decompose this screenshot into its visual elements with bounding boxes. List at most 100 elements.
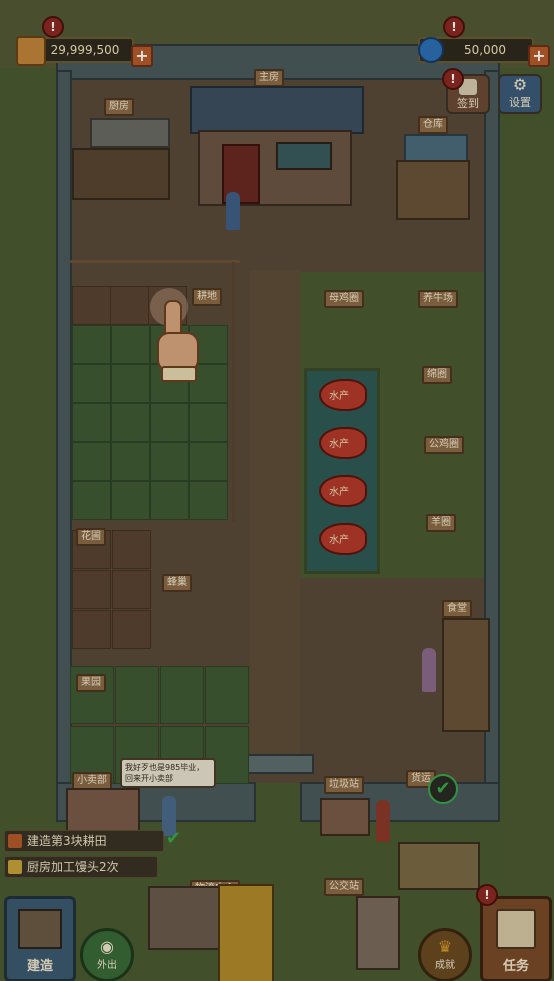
bus-station-sign[interactable]: 公交站	[324, 878, 364, 896]
bee-box-sign[interactable]: 蜂巢	[162, 574, 192, 592]
farm-plot[interactable]	[72, 403, 111, 442]
farm-plot[interactable]	[72, 364, 111, 403]
pond-label: 水产	[329, 535, 349, 546]
task-item-2-label: 厨房加工馒头2次	[27, 860, 119, 874]
field-plot-soil[interactable]	[112, 610, 151, 649]
farm-plot[interactable]	[150, 481, 189, 520]
farm-plot[interactable]	[111, 442, 150, 481]
achievement-button[interactable]: ♛ 成就	[418, 928, 472, 981]
farm-plot[interactable]	[111, 364, 150, 403]
achievement-label: 成就	[435, 960, 455, 971]
field-plot-soil[interactable]	[72, 610, 111, 649]
farm-plot[interactable]	[189, 442, 228, 481]
farm-plot[interactable]	[72, 325, 111, 364]
kitchen[interactable]	[68, 118, 170, 202]
go-out-label: 外出	[97, 960, 117, 971]
quests-label: 任务	[502, 959, 529, 974]
warehouse-body	[396, 160, 470, 220]
farm-fence-right	[232, 262, 235, 522]
farm-plot[interactable]	[72, 442, 111, 481]
field-plot-soil[interactable]	[112, 530, 151, 569]
orchard-sign[interactable]: 果园	[76, 674, 106, 692]
farm-plot[interactable]	[189, 481, 228, 520]
center-path	[250, 270, 300, 770]
settings-button[interactable]: ⚙ 设置	[498, 74, 542, 114]
warehouse[interactable]	[394, 134, 470, 220]
farm-plot-soil[interactable]	[72, 286, 111, 325]
bus-stop[interactable]	[356, 896, 400, 970]
go-out-button[interactable]: ◉ 外出	[80, 928, 134, 981]
visitor-character	[422, 648, 436, 692]
hand-cuff	[161, 366, 197, 382]
game-scene: { "resources": { "coins": "29,999,500", …	[0, 0, 554, 981]
orchard-plot[interactable]	[205, 666, 249, 724]
build-label: 建造	[26, 959, 53, 974]
gem-counter: 50,000	[418, 37, 534, 63]
checkin-alert-icon: !	[442, 68, 464, 90]
recycle-station-sign[interactable]: 垃圾站	[324, 776, 364, 794]
main-house-window	[276, 142, 332, 170]
farm-plot[interactable]	[150, 442, 189, 481]
gate	[242, 754, 314, 774]
orchard-plot[interactable]	[160, 666, 204, 724]
gem-value: 50,000	[464, 43, 506, 57]
kitchen-awning	[90, 118, 170, 148]
farm-plot[interactable]	[189, 403, 228, 442]
main-house-sign[interactable]: 主房	[254, 69, 284, 87]
main-house-roof	[190, 86, 364, 134]
bus[interactable]	[218, 884, 274, 981]
farm-plot[interactable]	[111, 481, 150, 520]
cow-shed-sign[interactable]: 养牛场	[418, 290, 458, 308]
canteen-sign[interactable]: 食堂	[442, 600, 472, 618]
globe-icon: ◉	[100, 937, 114, 956]
fish-icon: 水产	[319, 427, 367, 459]
add-gems-button[interactable]: +	[528, 45, 550, 67]
kitchen-sign[interactable]: 厨房	[104, 98, 134, 116]
goat-pen-sign[interactable]: 羊圈	[426, 514, 456, 532]
gems-alert-icon: !	[443, 16, 465, 38]
coin-counter: 29,999,500	[16, 36, 134, 66]
coin-value: 29,999,500	[50, 43, 120, 57]
hen-house-sign[interactable]: 母鸡圈	[324, 290, 364, 308]
orchard-plot[interactable]	[115, 666, 159, 724]
task-item-1[interactable]: 建造第3块耕田 ✔	[4, 829, 181, 852]
quests-alert-icon: !	[476, 884, 498, 906]
add-coins-button[interactable]: +	[131, 45, 153, 67]
farm-plot[interactable]	[111, 403, 150, 442]
gear-icon: ⚙	[512, 75, 528, 94]
field-plot-soil[interactable]	[72, 570, 111, 609]
hand-pointer-icon	[155, 300, 199, 384]
flower-bed-sign[interactable]: 花圃	[76, 528, 106, 546]
fish-icon: 水产	[319, 523, 367, 555]
farm-plot[interactable]	[111, 325, 150, 364]
fish-pond[interactable]: 水产 水产 水产 水产	[304, 368, 380, 574]
freight-truck[interactable]	[398, 842, 480, 890]
farm-plot[interactable]	[150, 403, 189, 442]
farm-fence	[70, 260, 240, 271]
farm-plot-soil[interactable]	[110, 286, 149, 325]
freight-ready-check-icon[interactable]: ✔	[428, 774, 458, 804]
warehouse-sign[interactable]: 仓库	[418, 116, 448, 134]
coin-icon	[16, 36, 46, 66]
task-icon	[8, 834, 22, 848]
task-icon	[8, 860, 22, 874]
logistics-center[interactable]	[148, 886, 222, 950]
farmer-character	[226, 192, 240, 230]
kitchen-counter	[72, 148, 170, 200]
build-button[interactable]: 建造	[4, 896, 76, 981]
task-item-2[interactable]: 厨房加工馒头2次	[4, 856, 158, 878]
coins-alert-icon: !	[42, 16, 64, 38]
recycle-station[interactable]	[320, 798, 370, 836]
settings-label: 设置	[509, 96, 531, 109]
rooster-pen-sign[interactable]: 公鸡圈	[424, 436, 464, 454]
field-plot-soil[interactable]	[112, 570, 151, 609]
house-icon	[18, 909, 62, 949]
gem-icon	[418, 37, 444, 63]
quests-button[interactable]: 任务	[480, 896, 552, 981]
checkin-label: 签到	[457, 97, 479, 110]
farm-plot[interactable]	[72, 481, 111, 520]
pond-label: 水产	[329, 487, 349, 498]
main-house[interactable]	[190, 86, 364, 206]
sheep-pen-sign[interactable]: 绵圈	[422, 366, 452, 384]
canteen[interactable]	[442, 618, 490, 732]
